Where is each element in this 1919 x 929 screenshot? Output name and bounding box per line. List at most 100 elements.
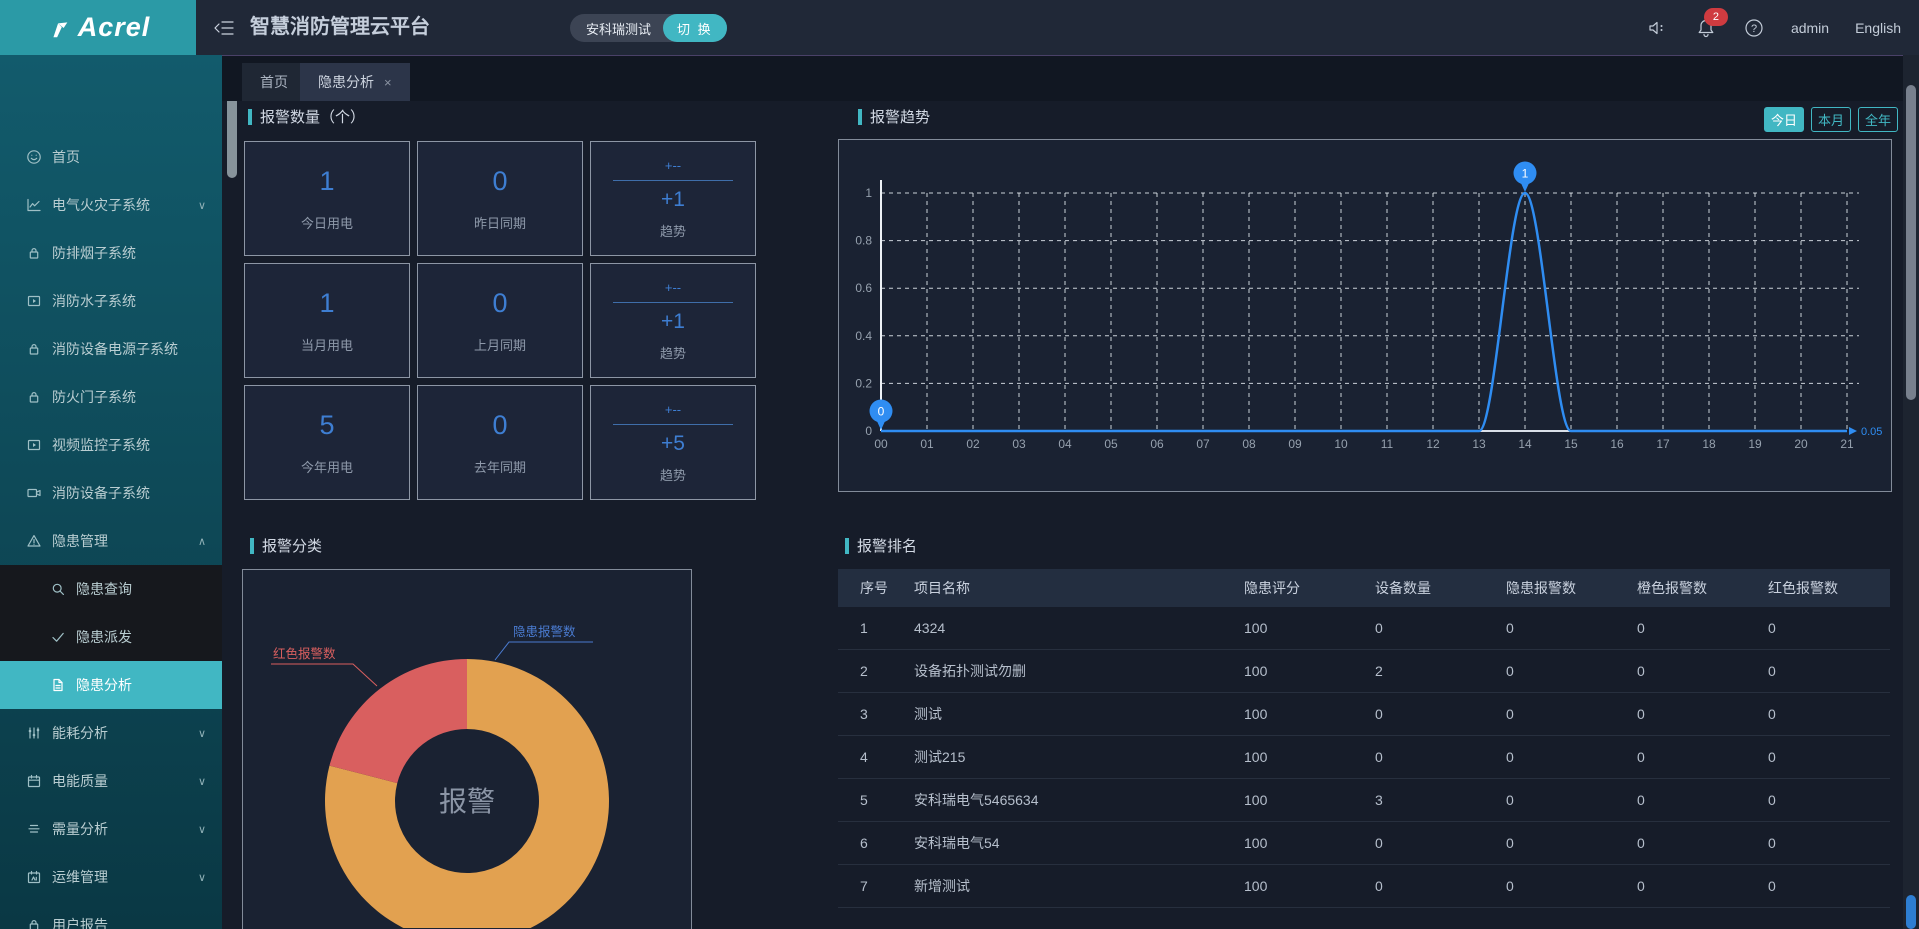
cell: 0 xyxy=(1629,865,1760,908)
sidebar-item-label: 能耗分析 xyxy=(52,723,108,743)
chevron-down-icon: ∨ xyxy=(198,199,206,212)
col-header-1: 项目名称 xyxy=(906,569,1236,607)
sidebar-item-14[interactable]: 需量分析∨ xyxy=(0,805,222,853)
stat-label: 昨日同期 xyxy=(474,213,526,232)
lock-icon xyxy=(26,917,42,929)
cell: 0 xyxy=(1760,779,1890,822)
alarm-category-title-text: 报警分类 xyxy=(262,535,322,556)
sidebar-item-13[interactable]: 电能质量∨ xyxy=(0,757,222,805)
chevron-up-icon: ∧ xyxy=(198,535,206,548)
username[interactable]: admin xyxy=(1791,20,1829,36)
cell: 0 xyxy=(1629,736,1760,779)
table-row-5: 6安科瑞电气541000000 xyxy=(838,822,1890,865)
svg-text:01: 01 xyxy=(920,437,934,451)
sidebar-item-1[interactable]: 电气火灾子系统∨ xyxy=(0,181,222,229)
stat-card-4: 0上月同期 xyxy=(417,263,583,378)
trend-delta: +1 xyxy=(661,310,685,334)
range-button-0[interactable]: 今日 xyxy=(1764,107,1804,132)
sidebar-item-2[interactable]: 防排烟子系统 xyxy=(0,229,222,277)
sidebar-item-8[interactable]: 隐患管理∧ xyxy=(0,517,222,565)
sidebar-item-label: 隐患派发 xyxy=(76,627,132,647)
tenant-switch-button[interactable]: 切 换 xyxy=(663,14,727,42)
cell: 安科瑞电气5465634 xyxy=(906,779,1236,822)
trend-numerator: +-- xyxy=(665,280,681,295)
cell: 0 xyxy=(1498,865,1629,908)
demand-icon xyxy=(26,821,42,837)
sidebar-item-label: 用户报告 xyxy=(52,915,108,929)
table-row-2: 3测试1000000 xyxy=(838,693,1890,736)
trend-divider xyxy=(613,424,733,425)
sidebar-item-label: 需量分析 xyxy=(52,819,108,839)
trend-divider xyxy=(613,180,733,181)
table-row-0: 143241000000 xyxy=(838,607,1890,650)
stat-label: 去年同期 xyxy=(474,457,526,476)
sidebar-item-15[interactable]: 运维管理∨ xyxy=(0,853,222,901)
sidebar-item-6[interactable]: 视频监控子系统 xyxy=(0,421,222,469)
sidebar-item-3[interactable]: 消防水子系统 xyxy=(0,277,222,325)
svg-text:16: 16 xyxy=(1610,437,1624,451)
sidebar-collapse-icon[interactable] xyxy=(212,16,236,40)
language-switch[interactable]: English xyxy=(1855,20,1901,36)
help-icon[interactable]: ? xyxy=(1743,17,1765,39)
alarm-ranking-panel: 序号项目名称隐患评分设备数量隐患报警数橙色报警数红色报警数14324100000… xyxy=(838,569,1890,908)
cell: 0 xyxy=(1367,736,1498,779)
sidebar-item-label: 防火门子系统 xyxy=(52,387,136,407)
stat-label: 今年用电 xyxy=(301,457,353,476)
cell: 3 xyxy=(838,693,906,736)
alarm-trend-chart: 00.20.40.60.8100010203040506070809101112… xyxy=(839,140,1889,489)
page-scrollbar-thumb[interactable] xyxy=(1906,85,1916,400)
sidebar-item-7[interactable]: 消防设备子系统 xyxy=(0,469,222,517)
warning-icon xyxy=(26,533,42,549)
tab-close-icon[interactable]: × xyxy=(384,75,392,90)
svg-text:06: 06 xyxy=(1150,437,1164,451)
stat-value: 0 xyxy=(492,166,507,197)
lock-icon xyxy=(26,341,42,357)
trend-delta: +1 xyxy=(661,188,685,212)
trend-range-buttons: 今日本月全年 xyxy=(1764,107,1898,132)
cell: 新增测试 xyxy=(906,865,1236,908)
sidebar-item-11-active[interactable]: 隐患分析 xyxy=(0,661,222,709)
speaker-icon[interactable] xyxy=(1647,17,1669,39)
svg-text:1: 1 xyxy=(865,186,872,200)
trend-numerator: +-- xyxy=(665,158,681,173)
cell: 0 xyxy=(1367,607,1498,650)
bell-icon[interactable]: 2 xyxy=(1695,17,1717,39)
col-header-4: 隐患报警数 xyxy=(1498,569,1629,607)
sidebar-item-0[interactable]: 首页 xyxy=(0,133,222,181)
tab-home[interactable]: 首页 xyxy=(242,63,306,101)
cell: 2 xyxy=(1367,650,1498,693)
play-icon xyxy=(26,437,42,453)
cell: 0 xyxy=(1498,779,1629,822)
cell: 100 xyxy=(1236,822,1367,865)
inner-scrollbar-thumb[interactable] xyxy=(1906,895,1916,929)
alarm-count-title: 报警数量（个） xyxy=(248,106,365,127)
svg-text:?: ? xyxy=(1751,23,1757,35)
stat-card-7: 0去年同期 xyxy=(417,385,583,500)
stat-card-3: 1当月用电 xyxy=(244,263,410,378)
trend-label: 趋势 xyxy=(660,221,686,240)
cell: 0 xyxy=(1760,650,1890,693)
sidebar-item-9[interactable]: 隐患查询 xyxy=(0,565,222,613)
trend-delta: +5 xyxy=(661,432,685,456)
sliders-icon xyxy=(26,725,42,741)
cell: 100 xyxy=(1236,650,1367,693)
notification-badge: 2 xyxy=(1704,8,1728,26)
range-button-1[interactable]: 本月 xyxy=(1811,107,1851,132)
sidebar-item-4[interactable]: 消防设备电源子系统 xyxy=(0,325,222,373)
search-icon xyxy=(50,581,66,597)
cell: 100 xyxy=(1236,865,1367,908)
svg-text:1: 1 xyxy=(1522,167,1529,181)
range-button-2[interactable]: 全年 xyxy=(1858,107,1898,132)
tab-hidden-danger-analysis[interactable]: 隐患分析 × xyxy=(300,63,410,101)
alarm-trend-panel: 00.20.40.60.8100010203040506070809101112… xyxy=(838,139,1892,492)
trend-label: 趋势 xyxy=(660,343,686,362)
sidebar-item-10[interactable]: 隐患派发 xyxy=(0,613,222,661)
sidebar-item-5[interactable]: 防火门子系统 xyxy=(0,373,222,421)
sidebar-item-16[interactable]: 用户报告 xyxy=(0,901,222,929)
stat-value: 1 xyxy=(319,166,334,197)
col-header-6: 红色报警数 xyxy=(1760,569,1890,607)
sidebar-item-12[interactable]: 能耗分析∨ xyxy=(0,709,222,757)
sidebar-item-label: 运维管理 xyxy=(52,867,108,887)
trend-numerator: +-- xyxy=(665,402,681,417)
svg-text:15: 15 xyxy=(1564,437,1578,451)
